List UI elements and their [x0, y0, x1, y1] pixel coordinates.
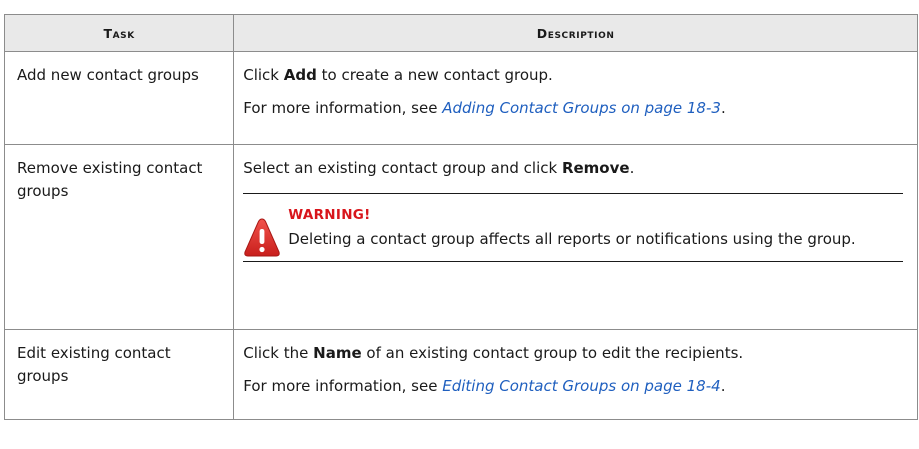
warning-icon: [244, 218, 280, 257]
table-row: Add new contact groups Click Add to crea…: [3, 51, 918, 145]
description-cell: Select an existing contact group and cli…: [233, 144, 918, 330]
column-header-description: Description: [233, 14, 918, 52]
warning-callout: WARNING! Deleting a contact group affect…: [243, 193, 904, 262]
text-fragment: For more information, see: [243, 99, 443, 117]
task-cell: Add new contact groups: [3, 51, 235, 145]
text-fragment: For more information, see: [243, 377, 443, 395]
text-fragment: Click the: [243, 344, 314, 362]
description-line: For more information, see Adding Contact…: [243, 97, 909, 120]
text-fragment: .: [720, 99, 726, 117]
table-row: Remove existing contact groups Select an…: [3, 144, 918, 330]
description-cell: Click the Name of an existing contact gr…: [233, 329, 918, 420]
warning-title: WARNING!: [288, 207, 371, 223]
editing-contact-groups-link[interactable]: Editing Contact Groups on page 18-4: [442, 377, 720, 395]
description-cell: Click Add to create a new contact group.…: [233, 51, 918, 145]
task-description-table: Task Description Add new contact groups …: [3, 14, 918, 420]
description-line: Click the Name of an existing contact gr…: [243, 342, 909, 365]
table-row: Edit existing contact groups Click the N…: [3, 329, 918, 420]
description-line: For more information, see Editing Contac…: [243, 375, 909, 398]
task-cell: Remove existing contact groups: [3, 144, 235, 330]
text-fragment: Select an existing contact group and cli…: [243, 159, 562, 177]
warning-content: WARNING! Deleting a contact group affect…: [288, 204, 903, 252]
task-cell: Edit existing contact groups: [3, 329, 235, 420]
column-header-task: Task: [3, 14, 235, 52]
ui-term-name: Name: [313, 344, 362, 362]
description-line: Select an existing contact group and cli…: [243, 157, 909, 180]
adding-contact-groups-link[interactable]: Adding Contact Groups on page 18-3: [442, 99, 721, 117]
description-line: Click Add to create a new contact group.: [243, 64, 909, 87]
text-fragment: of an existing contact group to edit the…: [361, 344, 744, 362]
warning-text: Deleting a contact group affects all rep…: [288, 230, 856, 248]
text-fragment: to create a new contact group.: [316, 66, 553, 84]
ui-term-add: Add: [283, 66, 317, 84]
text-fragment: Click: [243, 66, 284, 84]
ui-term-remove: Remove: [561, 159, 630, 177]
text-fragment: .: [720, 377, 726, 395]
text-fragment: .: [629, 159, 635, 177]
table-header-row: Task Description: [3, 14, 918, 52]
